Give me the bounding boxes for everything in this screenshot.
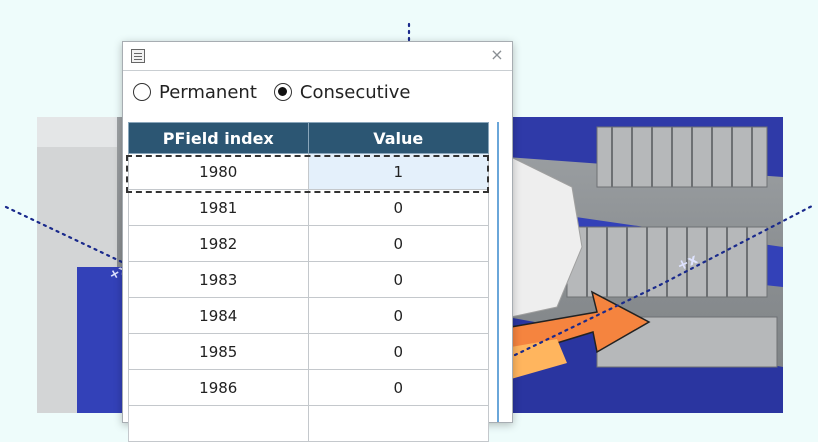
column-header-value[interactable]: Value bbox=[308, 122, 489, 154]
table-row[interactable]: 1982 0 bbox=[128, 226, 489, 262]
value-cell[interactable]: 0 bbox=[308, 370, 489, 406]
radio-permanent[interactable]: Permanent bbox=[133, 82, 257, 103]
pfield-index-cell[interactable]: 1984 bbox=[128, 298, 309, 334]
pfield-table: PField index Value 1980 1 1981 0 1982 0 … bbox=[126, 122, 489, 442]
radio-consecutive-label[interactable]: Consecutive bbox=[300, 82, 411, 103]
dialog-titlebar[interactable]: × bbox=[123, 42, 512, 71]
table-row[interactable]: 1981 0 bbox=[128, 190, 489, 226]
column-header-pfield-index[interactable]: PField index bbox=[128, 122, 309, 154]
pfield-index-cell[interactable]: 1983 bbox=[128, 262, 309, 298]
table-row[interactable] bbox=[128, 406, 489, 442]
value-cell[interactable]: 0 bbox=[308, 334, 489, 370]
pfield-index-cell[interactable]: 1981 bbox=[128, 190, 309, 226]
radio-consecutive[interactable]: Consecutive bbox=[273, 82, 411, 103]
pfield-dialog: × Permanent Consecutive PField index Val… bbox=[122, 41, 513, 442]
table-row[interactable]: 1984 0 bbox=[128, 298, 489, 334]
window-icon bbox=[131, 49, 145, 63]
table-row[interactable]: 1983 0 bbox=[128, 262, 489, 298]
value-cell[interactable]: 0 bbox=[308, 262, 489, 298]
mode-radio-group: Permanent Consecutive bbox=[133, 80, 427, 104]
value-cell[interactable]: 0 bbox=[308, 226, 489, 262]
pfield-index-cell[interactable]: 1986 bbox=[128, 370, 309, 406]
vertical-scrollbar[interactable] bbox=[497, 122, 499, 422]
pfield-index-cell[interactable]: 1982 bbox=[128, 226, 309, 262]
radio-permanent-circle[interactable] bbox=[133, 83, 151, 101]
table-row[interactable]: 1985 0 bbox=[128, 334, 489, 370]
value-cell[interactable] bbox=[308, 406, 489, 442]
pfield-index-cell[interactable] bbox=[128, 406, 309, 442]
close-icon[interactable]: × bbox=[488, 46, 506, 64]
table-row[interactable]: 1986 0 bbox=[128, 370, 489, 406]
value-cell[interactable]: 0 bbox=[308, 298, 489, 334]
value-cell[interactable]: 0 bbox=[308, 190, 489, 226]
pfield-index-cell[interactable]: 1980 bbox=[128, 154, 309, 190]
table-header-row: PField index Value bbox=[128, 122, 489, 154]
value-cell[interactable]: 1 bbox=[308, 154, 489, 190]
radio-permanent-label[interactable]: Permanent bbox=[159, 82, 257, 103]
radio-consecutive-circle[interactable] bbox=[273, 83, 292, 101]
table-row[interactable]: 1980 1 bbox=[128, 154, 489, 190]
pfield-index-cell[interactable]: 1985 bbox=[128, 334, 309, 370]
